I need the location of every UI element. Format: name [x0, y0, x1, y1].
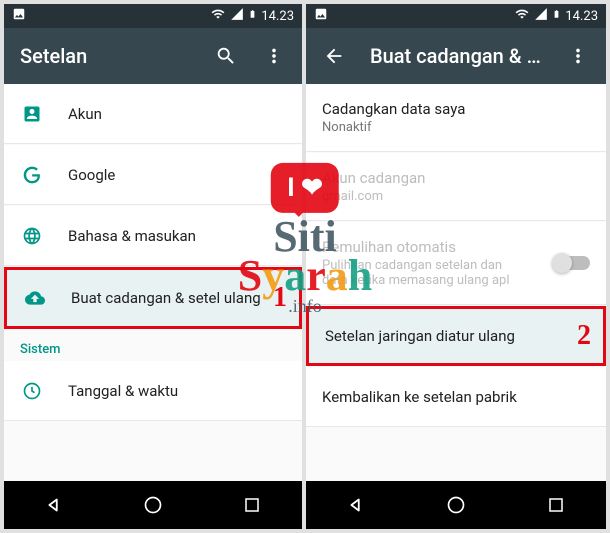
list-label: Pemulihan otomatis	[322, 238, 530, 256]
image-icon	[12, 7, 26, 25]
account-icon	[20, 102, 44, 126]
google-icon	[20, 163, 44, 187]
status-bar: 14.23	[306, 4, 606, 28]
list-sublabel: gmail.com	[322, 189, 590, 204]
list-label: Akun cadangan	[322, 169, 590, 187]
nav-bar	[4, 481, 302, 529]
list-sublabel: Nonaktif	[322, 120, 590, 135]
list-item-datetime[interactable]: Tanggal & waktu	[4, 361, 302, 421]
wifi-icon	[514, 7, 530, 25]
list-label: Bahasa & masukan	[68, 227, 286, 245]
clock-icon	[20, 379, 44, 403]
status-time: 14.23	[565, 9, 598, 24]
status-time: 14.23	[261, 9, 294, 24]
list-label: Kembalikan ke setelan pabrik	[322, 388, 590, 406]
signal-icon	[534, 7, 548, 25]
toggle-switch	[554, 256, 590, 270]
search-icon[interactable]	[214, 44, 238, 68]
home-button[interactable]	[444, 493, 468, 517]
nav-bar	[306, 481, 606, 529]
backup-list: Cadangkan data saya Nonaktif Akun cadang…	[306, 84, 606, 481]
backup-icon	[23, 286, 47, 310]
back-button[interactable]	[344, 493, 368, 517]
back-arrow-icon[interactable]	[322, 44, 346, 68]
recents-button[interactable]	[240, 493, 264, 517]
list-label: Tanggal & waktu	[68, 382, 286, 400]
list-item-backup-data[interactable]: Cadangkan data saya Nonaktif	[306, 84, 606, 152]
phone-screen-backup: 14.23 Buat cadangan & set... Cadangkan d…	[306, 4, 606, 529]
list-item-auto-restore: Pemulihan otomatis Pulihkan cadangan set…	[306, 222, 606, 305]
status-bar: 14.23	[4, 4, 302, 28]
list-item-network-reset[interactable]: Setelan jaringan diatur ulang 2	[306, 306, 606, 366]
overflow-menu-icon[interactable]	[566, 44, 590, 68]
list-label: Akun	[68, 105, 286, 123]
list-sublabel: Pulihkan cadangan setelan dan data ketik…	[322, 258, 530, 288]
list-item-backup-account: Akun cadangan gmail.com	[306, 153, 606, 221]
page-title: Setelan	[20, 44, 190, 68]
battery-icon	[552, 7, 561, 25]
wifi-icon	[210, 7, 226, 25]
overflow-menu-icon[interactable]	[262, 44, 286, 68]
app-bar: Buat cadangan & set...	[306, 28, 606, 84]
app-bar: Setelan	[4, 28, 302, 84]
phone-screen-settings: 14.23 Setelan Akun Google	[4, 4, 302, 529]
list-item-backup-reset[interactable]: Buat cadangan & setel ulang 1	[4, 267, 302, 329]
list-item-factory-reset[interactable]: Kembalikan ke setelan pabrik	[306, 367, 606, 427]
language-icon	[20, 224, 44, 248]
list-label: Cadangkan data saya	[322, 100, 590, 118]
recents-button[interactable]	[544, 493, 568, 517]
battery-icon	[248, 7, 257, 25]
settings-list: Akun Google Bahasa & masukan Buat cadang…	[4, 84, 302, 481]
list-label: Google	[68, 166, 286, 184]
section-header-system: Sistem	[4, 330, 302, 361]
list-label: Buat cadangan & setel ulang	[71, 289, 283, 307]
image-icon	[314, 7, 328, 25]
back-button[interactable]	[42, 493, 66, 517]
signal-icon	[230, 7, 244, 25]
list-item-language[interactable]: Bahasa & masukan	[4, 206, 302, 266]
step-badge: 2	[577, 320, 591, 352]
list-item-google[interactable]: Google	[4, 145, 302, 205]
step-badge: 1	[273, 282, 287, 314]
list-item-accounts[interactable]: Akun	[4, 84, 302, 144]
home-button[interactable]	[141, 493, 165, 517]
page-title: Buat cadangan & set...	[370, 44, 542, 68]
list-label: Setelan jaringan diatur ulang	[325, 327, 587, 345]
